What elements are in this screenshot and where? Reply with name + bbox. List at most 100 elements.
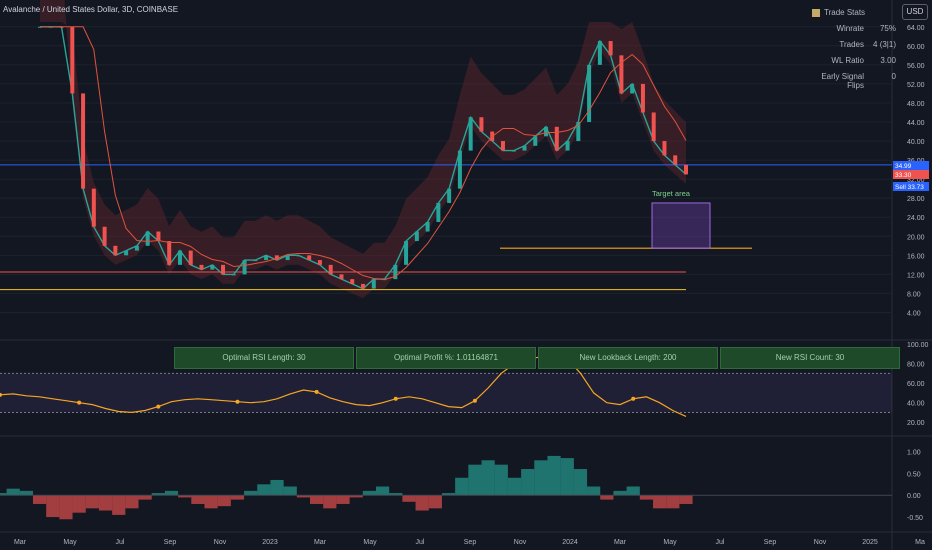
oscillator-bar <box>310 495 324 504</box>
oscillator-bar <box>573 469 588 496</box>
oscillator-bar <box>112 495 126 515</box>
price-candle <box>371 279 376 289</box>
price-candle <box>102 226 107 246</box>
oscillator-bar <box>534 460 548 496</box>
oscillator-bar <box>164 490 179 496</box>
oscillator-bar <box>270 479 284 496</box>
rsi-point <box>631 396 636 401</box>
chart-title: Avalanche / United States Dollar, 3D, CO… <box>3 5 179 14</box>
x-tick-label: Jul <box>416 539 425 546</box>
price-candle <box>468 117 473 151</box>
price-candle <box>317 260 322 265</box>
rsi-point <box>393 396 398 401</box>
price-candle <box>522 145 527 151</box>
price-badge-label: Sell 33.73 <box>895 184 924 191</box>
oscillator-bar <box>639 495 654 500</box>
x-tick-label: Sep <box>164 539 177 546</box>
rsi-y-tick-label: 40.00 <box>907 401 925 408</box>
x-tick-label: Mar <box>14 539 27 546</box>
x-tick-label: May <box>663 539 677 546</box>
oscillator-bar <box>204 495 218 509</box>
oscillator-bar <box>455 477 469 496</box>
y-tick-label: 4.00 <box>907 310 921 317</box>
price-candle <box>479 117 484 132</box>
price-candle <box>597 41 602 65</box>
price-candle <box>500 141 505 151</box>
oscillator-bar <box>402 495 416 502</box>
price-candle <box>673 155 678 165</box>
x-tick-label: Nov <box>814 539 827 546</box>
x-tick-label: Jul <box>116 539 125 546</box>
price-candle <box>296 255 301 257</box>
osc-y-tick-label: 1.00 <box>907 450 921 457</box>
oscillator-bar <box>230 495 245 500</box>
y-tick-label: 16.00 <box>907 253 925 260</box>
stats-color-swatch <box>812 8 820 17</box>
oscillator-bar <box>468 464 482 496</box>
price-candle <box>436 202 441 222</box>
osc-y-tick-label: 0.00 <box>907 493 921 500</box>
price-candle <box>134 245 139 251</box>
price-candle <box>113 245 118 256</box>
oscillator-bar <box>507 477 522 496</box>
y-tick-label: 44.00 <box>907 120 925 127</box>
rsi-point <box>472 398 477 403</box>
x-tick-label: Sep <box>764 539 777 546</box>
y-tick-label: 48.00 <box>907 101 925 108</box>
oscillator-bar <box>375 486 390 496</box>
osc-y-tick-label: 0.50 <box>907 471 921 478</box>
rsi-point <box>156 404 161 409</box>
price-candle <box>231 274 236 276</box>
price-candle <box>70 26 75 94</box>
target-area-label: Target area <box>652 189 691 198</box>
oscillator-bar <box>626 486 640 496</box>
chart-canvas: 4.008.0012.0016.0020.0024.0028.0032.0036… <box>0 0 932 550</box>
oscillator-bar <box>32 495 47 504</box>
currency-button[interactable]: USD <box>902 4 928 20</box>
oscillator-bar <box>547 455 561 496</box>
price-badge-label: 33.30 <box>895 172 912 179</box>
stats-row: Early Signal Flips 0 <box>821 72 896 90</box>
oscillator-bar <box>191 495 205 504</box>
y-tick-label: 20.00 <box>907 234 925 241</box>
price-candle <box>414 231 419 242</box>
oscillator-bar <box>494 464 508 496</box>
price-candle <box>511 150 516 152</box>
price-candle <box>156 231 161 242</box>
oscillator-bar <box>72 495 86 513</box>
price-candle <box>554 126 559 151</box>
y-tick-label: 8.00 <box>907 291 921 298</box>
x-tick-label: Mar <box>614 539 627 546</box>
price-candle <box>350 279 355 284</box>
x-tick-label: 2025 <box>862 539 878 546</box>
stats-row: Winrate 75% <box>836 24 896 33</box>
price-candle <box>328 264 333 275</box>
oscillator-bar <box>19 490 33 496</box>
price-candle <box>533 136 538 146</box>
oscillator-bar <box>6 488 20 496</box>
y-tick-label: 12.00 <box>907 272 925 279</box>
y-tick-label: 52.00 <box>907 82 925 89</box>
oscillator-bar <box>138 495 152 500</box>
price-candle <box>242 260 247 275</box>
x-tick-label: Sep <box>464 539 477 546</box>
price-candle <box>124 250 129 256</box>
price-candle <box>81 93 86 189</box>
price-candle <box>91 188 96 227</box>
x-tick-label: Jul <box>716 539 725 546</box>
price-candle <box>177 250 182 265</box>
x-tick-label: Ma <box>915 539 925 546</box>
price-candle <box>587 64 592 122</box>
price-candle <box>361 283 365 289</box>
y-tick-label: 60.00 <box>907 44 925 51</box>
resistance-cloud <box>40 0 686 299</box>
oscillator-bar <box>481 460 495 496</box>
oscillator-bar <box>362 490 376 496</box>
x-tick-label: Nov <box>214 539 227 546</box>
x-tick-label: 2024 <box>562 539 578 546</box>
price-candle <box>662 141 667 156</box>
oscillator-bar <box>283 486 297 496</box>
y-tick-label: 40.00 <box>907 139 925 146</box>
oscillator-bar <box>59 495 73 520</box>
price-candle <box>285 255 290 261</box>
